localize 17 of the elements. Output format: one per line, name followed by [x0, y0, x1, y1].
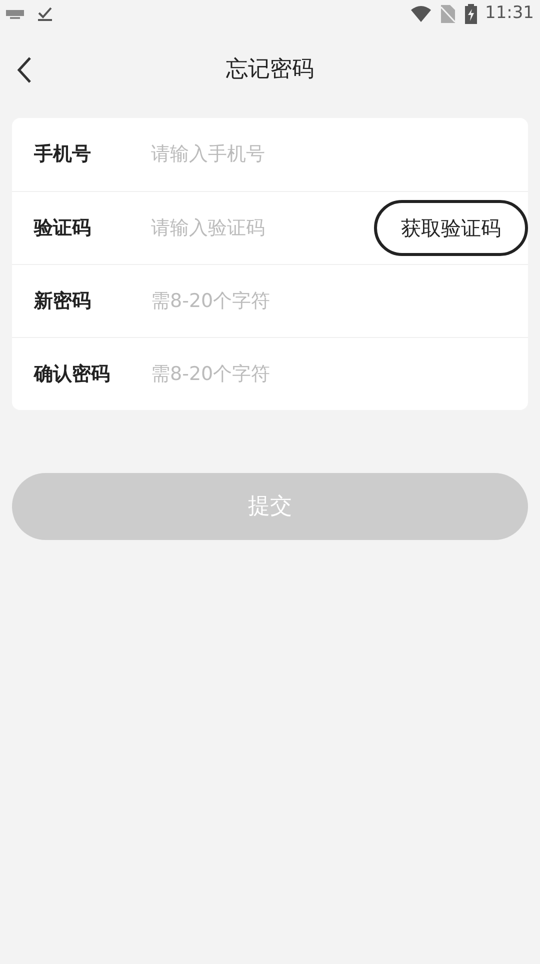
- back-icon[interactable]: [16, 56, 32, 84]
- field-label: 新密码: [34, 288, 92, 314]
- input-field[interactable]: 需8-20个字符: [151, 360, 528, 388]
- no-sim-icon: [441, 5, 455, 23]
- get-code-button[interactable]: 获取验证码: [374, 200, 528, 256]
- input-field[interactable]: 需8-20个字符: [151, 286, 528, 316]
- field-label: 验证码: [34, 216, 92, 241]
- input-field[interactable]: 请输入验证码: [151, 214, 366, 242]
- field-label: 手机号: [34, 142, 92, 168]
- battery-icon: [465, 4, 477, 24]
- field-label: 确认密码: [34, 362, 111, 387]
- status-time: 11:31: [485, 2, 534, 26]
- page-title: 忘记密码: [226, 56, 314, 84]
- wifi-icon: [411, 6, 431, 22]
- download-done-icon: [37, 6, 53, 22]
- input-field[interactable]: 请输入手机号: [151, 140, 528, 169]
- keyboard-icon: [6, 9, 24, 19]
